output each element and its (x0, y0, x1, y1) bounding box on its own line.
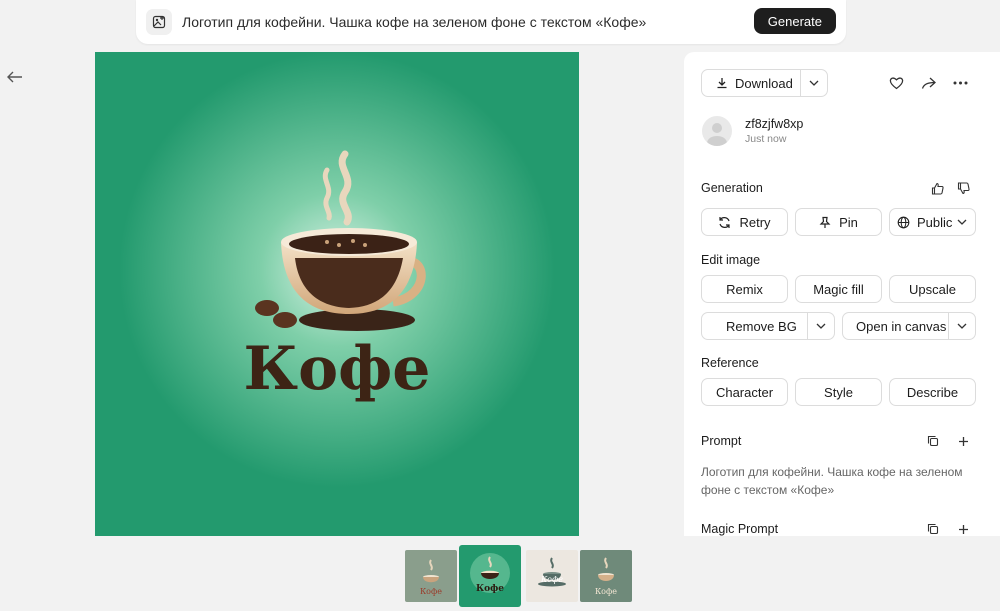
retry-icon (718, 216, 731, 229)
thumbnail-2-selected[interactable]: Кофе (459, 545, 521, 607)
edit-image-title: Edit image (701, 253, 761, 267)
reference-title: Reference (701, 356, 759, 370)
download-button[interactable]: Download (701, 69, 828, 97)
thumbnail-4-label: Кофе (595, 587, 617, 596)
share-icon[interactable] (917, 72, 939, 94)
download-label: Download (735, 75, 793, 91)
thumbnail-1[interactable]: Кофе (405, 550, 457, 602)
visibility-label: Public (917, 214, 953, 230)
download-icon (716, 77, 728, 89)
pin-icon (819, 216, 831, 229)
visibility-select[interactable]: Public (889, 208, 976, 236)
describe-button[interactable]: Describe (889, 378, 976, 406)
magic-fill-button[interactable]: Magic fill (795, 275, 882, 303)
retry-button[interactable]: Retry (701, 208, 788, 236)
style-button[interactable]: Style (795, 378, 882, 406)
magic-prompt-title: Magic Prompt (701, 522, 779, 536)
remix-button[interactable]: Remix (701, 275, 788, 303)
generation-title: Generation (701, 181, 763, 195)
retry-label: Retry (739, 214, 771, 230)
copy-magic-prompt-copy-icon[interactable] (922, 518, 944, 536)
image-prompt-icon[interactable] (146, 9, 172, 35)
open-in-canvas-label: Open in canvas (856, 318, 947, 334)
pin-label: Pin (839, 214, 858, 230)
generate-button[interactable]: Generate (753, 8, 836, 34)
download-options-chevron-down-icon[interactable] (800, 70, 827, 96)
thumbs-up-icon[interactable] (926, 177, 948, 199)
thumbnail-3-label: Кофе (540, 575, 563, 584)
copy-prompt-copy-icon[interactable] (922, 430, 944, 452)
prompt-input[interactable]: Логотип для кофейни. Чашка кофе на зелен… (182, 14, 646, 30)
back-arrow-icon[interactable] (6, 68, 24, 86)
timestamp: Just now (745, 133, 787, 145)
chevron-down-icon (957, 219, 967, 225)
thumbnail-1-label: Кофе (420, 587, 442, 596)
generated-image[interactable]: Кофе (95, 52, 579, 536)
globe-icon (897, 216, 910, 229)
thumbnail-4[interactable]: Кофе (580, 550, 632, 602)
remove-bg-chevron-down-icon[interactable] (807, 313, 834, 339)
thumbs-down-icon[interactable] (952, 177, 974, 199)
more-icon[interactable] (949, 72, 971, 94)
open-canvas-chevron-down-icon[interactable] (948, 313, 975, 339)
add-magic-prompt-plus-icon[interactable] (952, 518, 974, 536)
logo-text: Кофе (244, 334, 431, 404)
thumbnail-strip: Кофе Кофе Кофе Кофе (0, 536, 1000, 611)
prompt-text: Логотип для кофейни. Чашка кофе на зелен… (701, 465, 963, 497)
avatar[interactable] (702, 116, 732, 146)
upscale-button[interactable]: Upscale (889, 275, 976, 303)
thumbnail-2-label: Кофе (476, 584, 504, 594)
username[interactable]: zf8zjfw8xp (745, 117, 803, 131)
top-bar: Логотип для кофейни. Чашка кофе на зелен… (0, 0, 1000, 50)
details-panel: Download zf8zjfw8xp Just now Generation … (684, 52, 1000, 536)
prompt-bar[interactable]: Логотип для кофейни. Чашка кофе на зелен… (136, 0, 846, 44)
open-in-canvas-button[interactable]: Open in canvas (842, 312, 976, 340)
heart-icon[interactable] (885, 72, 907, 94)
character-button[interactable]: Character (701, 378, 788, 406)
remove-bg-label: Remove BG (726, 318, 797, 334)
thumbnail-3[interactable]: Кофе (526, 550, 578, 602)
prompt-title: Prompt (701, 434, 742, 448)
add-prompt-plus-icon[interactable] (952, 430, 974, 452)
remove-bg-button[interactable]: Remove BG (701, 312, 835, 340)
pin-button[interactable]: Pin (795, 208, 882, 236)
